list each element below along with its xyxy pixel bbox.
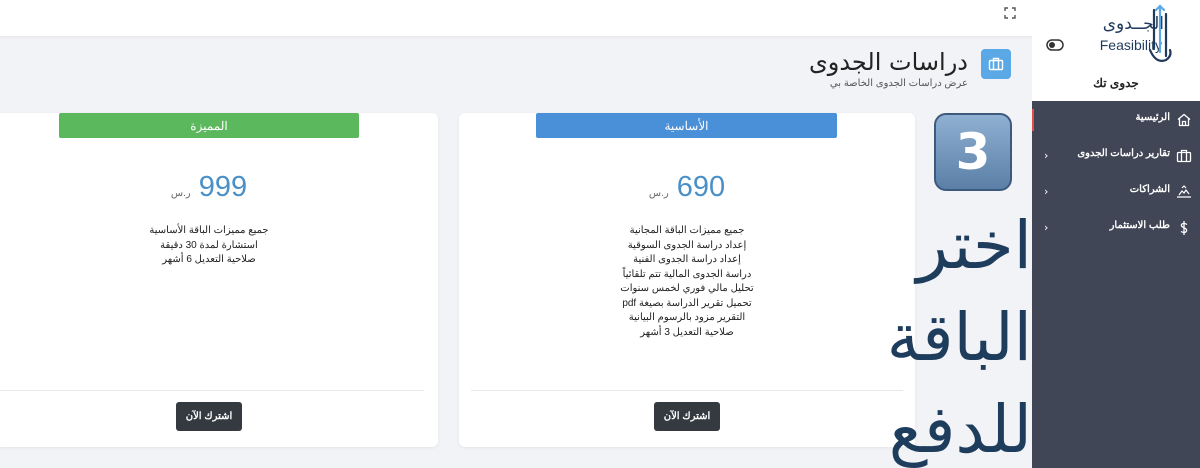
plan-card-premium: المميزة ر.س 999 جميع مميزات الباقة الأسا… [0, 113, 438, 447]
brand-name: جدوى تك [1093, 76, 1139, 90]
plan-name-banner: الأساسية [536, 113, 837, 138]
feature-item: إعداد دراسة الجدوى السوقية [627, 239, 747, 251]
sidebar-toggle-icon[interactable] [1046, 36, 1064, 51]
instruction-line: للدفع [888, 391, 1032, 468]
subscribe-button[interactable]: اشترك الآن [176, 402, 242, 431]
page-title: دراسات الجدوى [808, 48, 968, 76]
feature-item: تحليل مالي فوري لخمس سنوات [620, 283, 754, 294]
card-divider [0, 390, 424, 391]
price-row: ر.س 690 [459, 173, 915, 202]
sidebar-item-investment-request[interactable]: طلب الاستثمار › [1032, 211, 1200, 245]
sidebar-item-label: الشراكات [1129, 184, 1170, 195]
chevron-left-icon: › [1044, 149, 1049, 162]
briefcase-icon [1176, 148, 1192, 164]
sidebar-item-label: طلب الاستثمار [1109, 220, 1170, 231]
instruction-text: اختر الباقة للدفع [880, 200, 1032, 468]
logo-mark-icon [1142, 4, 1174, 70]
sidebar-item-label: تقارير دراسات الجدوى [1077, 148, 1170, 159]
sidebar: الجــدوى Feasibility جدوى تك الرئيسية تق… [1032, 0, 1200, 468]
price-value: 999 [198, 171, 248, 203]
home-icon [1176, 112, 1192, 128]
feature-list: جميع مميزات الباقة الأساسية استشارة لمدة… [0, 224, 418, 268]
sidebar-item-feasibility-reports[interactable]: تقارير دراسات الجدوى › [1032, 139, 1200, 173]
feature-item: صلاحية التعديل 3 أشهر [640, 326, 734, 338]
feature-item: التقرير مزود بالرسوم البيانية [628, 312, 746, 323]
feature-item: دراسة الجدوى المالية تتم تلقائياً [622, 268, 752, 280]
chevron-left-icon: › [1044, 185, 1049, 198]
page-subtitle: عرض دراسات الجدوى الخاصة بي [829, 78, 968, 89]
feature-item: جميع مميزات الباقة المجانية [629, 225, 745, 236]
feature-item: استشارة لمدة 30 دقيقة [160, 239, 258, 251]
price-currency: ر.س [648, 188, 669, 199]
top-bar [0, 0, 1032, 36]
feature-item: صلاحية التعديل 6 أشهر [162, 254, 256, 265]
instruction-line: الباقة [886, 299, 1032, 376]
sidebar-item-home[interactable]: الرئيسية [1032, 103, 1200, 137]
sidebar-item-partnerships[interactable]: الشراكات › [1032, 175, 1200, 209]
price-row: ر.س 999 [0, 173, 418, 202]
feature-list: جميع مميزات الباقة المجانية إعداد دراسة … [459, 224, 915, 340]
sidebar-item-label: الرئيسية [1135, 112, 1170, 123]
card-divider [471, 390, 903, 391]
dollar-icon [1176, 220, 1192, 236]
plan-name-banner: المميزة [59, 113, 359, 138]
step-number-badge: 3 [934, 113, 1012, 191]
feature-item: إعداد دراسة الجدوى الفنية [633, 254, 741, 265]
plan-card-basic: الأساسية ر.س 690 جميع مميزات الباقة المج… [459, 113, 915, 447]
price-value: 690 [676, 171, 726, 203]
chevron-left-icon: › [1044, 221, 1049, 234]
feature-item: تحميل تقرير الدراسة بصيغة pdf [622, 297, 752, 309]
subscribe-button[interactable]: اشترك الآن [654, 402, 720, 431]
instruction-line: اختر [916, 207, 1032, 284]
price-currency: ر.س [170, 188, 191, 199]
fullscreen-icon[interactable] [1000, 3, 1020, 23]
page-title-briefcase-icon [981, 49, 1011, 79]
handshake-icon [1176, 184, 1192, 200]
feature-item: جميع مميزات الباقة الأساسية [149, 225, 269, 236]
brand-header: الجــدوى Feasibility جدوى تك [1032, 0, 1200, 101]
